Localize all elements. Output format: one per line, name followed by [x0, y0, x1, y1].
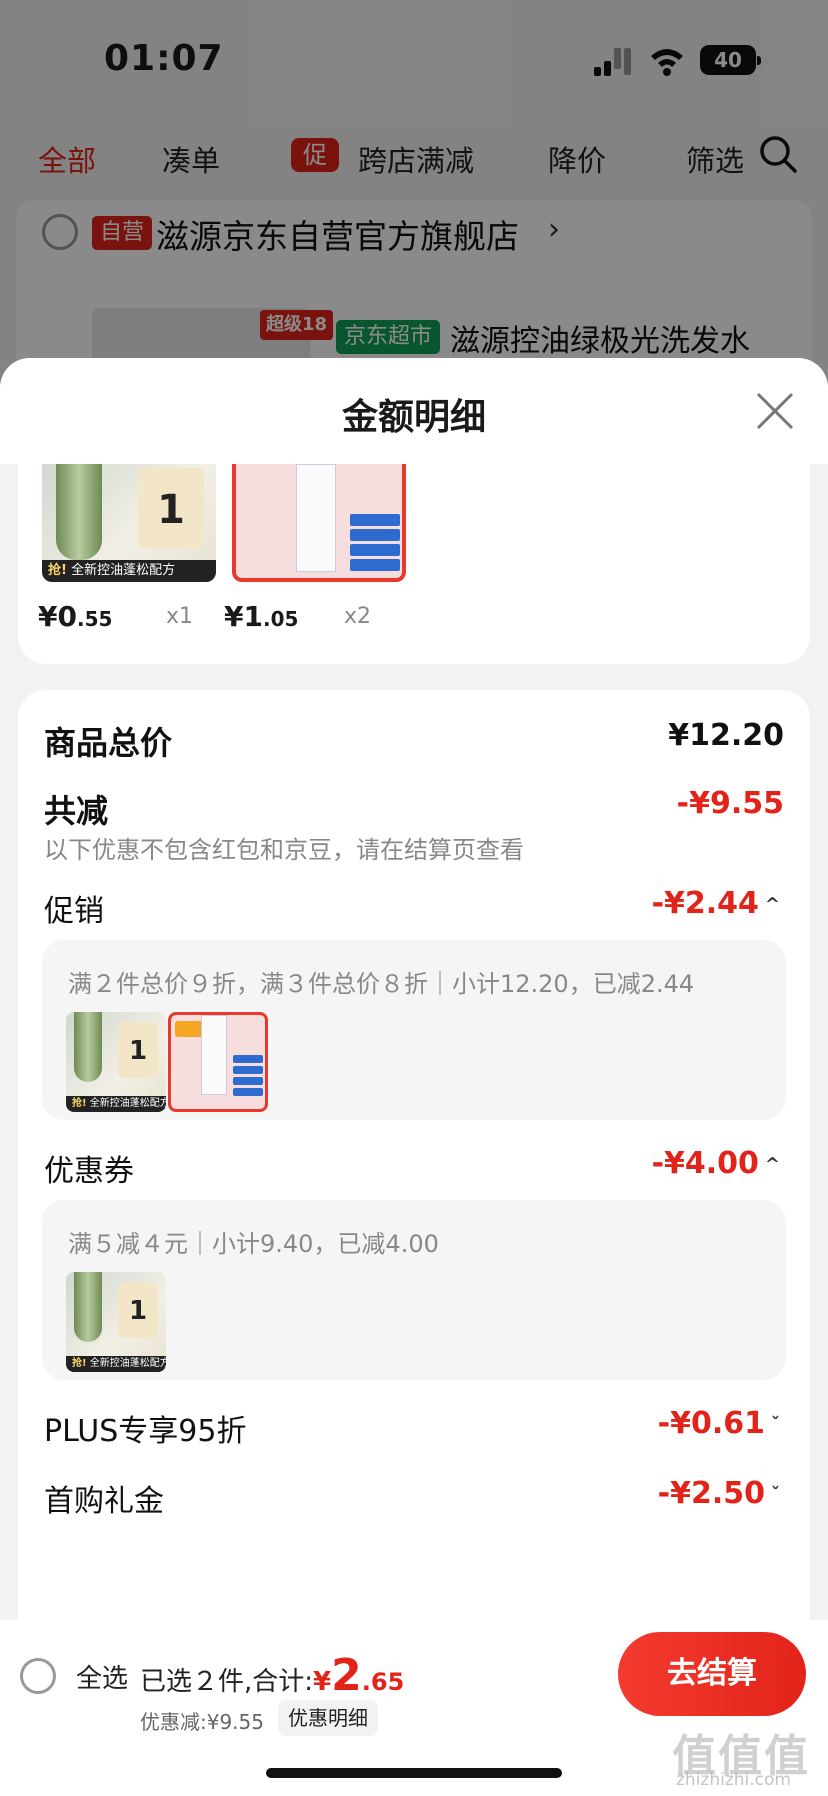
close-icon[interactable]	[752, 388, 798, 434]
total-amount-decimal: .65	[361, 1668, 405, 1696]
product-price: ¥0.55	[38, 600, 113, 633]
first-purchase-row-toggle[interactable]: -¥2.50 ˇ	[658, 1476, 780, 1511]
plus-discount-label: PLUS专享95折	[44, 1414, 247, 1449]
ruler-image	[296, 464, 336, 572]
bottle-image	[74, 1272, 102, 1342]
first-purchase-value: -¥2.50	[657, 1476, 765, 1511]
promo-detail-text: 满２件总价９折，满３件总价８折｜小计12.20，已减2.44	[68, 970, 695, 998]
total-currency: ¥	[313, 1667, 332, 1697]
product-thumbnail-ruler[interactable]	[232, 464, 406, 582]
chevron-up-icon: ^	[764, 1154, 780, 1175]
total-price-value: ¥12.20	[668, 718, 784, 753]
coupon-detail-box: 满５减４元｜小计9.40，已减4.00 1 抢! 全新控油蓬松配方	[42, 1200, 786, 1380]
selected-count-text: 已选２件,合计:	[140, 1667, 314, 1697]
promo-value: -¥2.44	[651, 886, 759, 921]
bottle-image	[74, 1012, 102, 1082]
selected-products-card: 1 抢! 全新控油蓬松配方 ¥0.55 x1 ¥1.05 x2	[18, 464, 810, 664]
selected-summary: 已选２件,合计:¥2.65	[140, 1650, 404, 1701]
amount-detail-sheet: 金额明细 1 抢! 全新控油蓬松配方 ¥0.55 x1 ¥1.05 x2 商品总…	[0, 358, 828, 1796]
plus-row-toggle[interactable]: -¥0.61 ˇ	[658, 1406, 780, 1441]
coupon-value: -¥4.00	[651, 1146, 759, 1181]
promo-item-thumbnail[interactable]: 1 抢! 全新控油蓬松配方	[66, 1012, 166, 1112]
checkout-button[interactable]: 去结算	[618, 1632, 806, 1716]
select-all-label[interactable]: 全选	[76, 1658, 128, 1695]
reduction-label: 共减	[44, 792, 109, 830]
thumbnail-caption: 抢! 全新控油蓬松配方	[66, 1096, 166, 1112]
total-price-label: 商品总价	[44, 724, 173, 762]
coupon-detail-text: 满５减４元｜小计9.40，已减4.00	[68, 1230, 439, 1258]
member-coupon-image: 1	[118, 1282, 158, 1338]
thumbnail-caption: 抢! 全新控油蓬松配方	[42, 560, 216, 582]
modal-overlay[interactable]	[0, 0, 828, 380]
discount-summary: 优惠减:¥9.55	[140, 1710, 264, 1734]
promo-item-thumbnail[interactable]	[168, 1012, 268, 1112]
chevron-down-icon: ˇ	[771, 1414, 780, 1435]
reduction-note: 以下优惠不包含红包和京豆，请在结算页查看	[44, 836, 524, 864]
reduction-value: -¥9.55	[676, 786, 784, 821]
product-qty: x1	[166, 604, 194, 629]
chevron-up-icon: ^	[764, 894, 780, 915]
coupon-row-toggle[interactable]: -¥4.00 ^	[652, 1146, 780, 1181]
member-coupon-image: 1	[118, 1022, 158, 1078]
thumbnail-caption: 抢! 全新控油蓬松配方	[66, 1356, 166, 1372]
promo-detail-box: 满２件总价９折，满３件总价８折｜小计12.20，已减2.44 1 抢! 全新控油…	[42, 940, 786, 1120]
coupon-label: 优惠券	[44, 1154, 134, 1189]
ruler-image	[201, 1015, 227, 1095]
promo-row-toggle[interactable]: -¥2.44 ^	[652, 886, 780, 921]
product-thumbnail-shampoo[interactable]: 1 抢! 全新控油蓬松配方	[42, 464, 216, 582]
background-page: 01:07 40 全部 凑单 促 跨店满减 降价 筛选 自营 滋源京东自营官方旗…	[0, 0, 828, 390]
product-qty: x2	[344, 604, 372, 629]
feature-tags-image	[233, 1055, 263, 1099]
select-all-radio[interactable]	[20, 1658, 56, 1694]
promo-label: 促销	[44, 894, 104, 929]
discount-detail-button[interactable]: 优惠明细	[278, 1700, 378, 1736]
first-purchase-label: 首购礼金	[44, 1484, 164, 1519]
total-amount-integer: 2	[331, 1650, 362, 1701]
home-indicator	[266, 1768, 562, 1778]
bottle-image	[56, 464, 102, 560]
coupon-item-thumbnail[interactable]: 1 抢! 全新控油蓬松配方	[66, 1272, 166, 1372]
feature-tags-image	[350, 514, 400, 574]
checkout-bar: 全选 已选２件,合计:¥2.65 优惠减:¥9.55 优惠明细 去结算 值值值 …	[0, 1620, 828, 1796]
product-price: ¥1.05	[224, 600, 299, 633]
sheet-header: 金额明细	[0, 358, 828, 464]
member-coupon-image: 1	[138, 468, 204, 548]
sheet-title: 金额明细	[341, 397, 486, 438]
chevron-down-icon: ˇ	[771, 1484, 780, 1505]
plus-discount-value: -¥0.61	[657, 1406, 765, 1441]
watermark-url: zhizhizhi.com	[676, 1770, 791, 1790]
